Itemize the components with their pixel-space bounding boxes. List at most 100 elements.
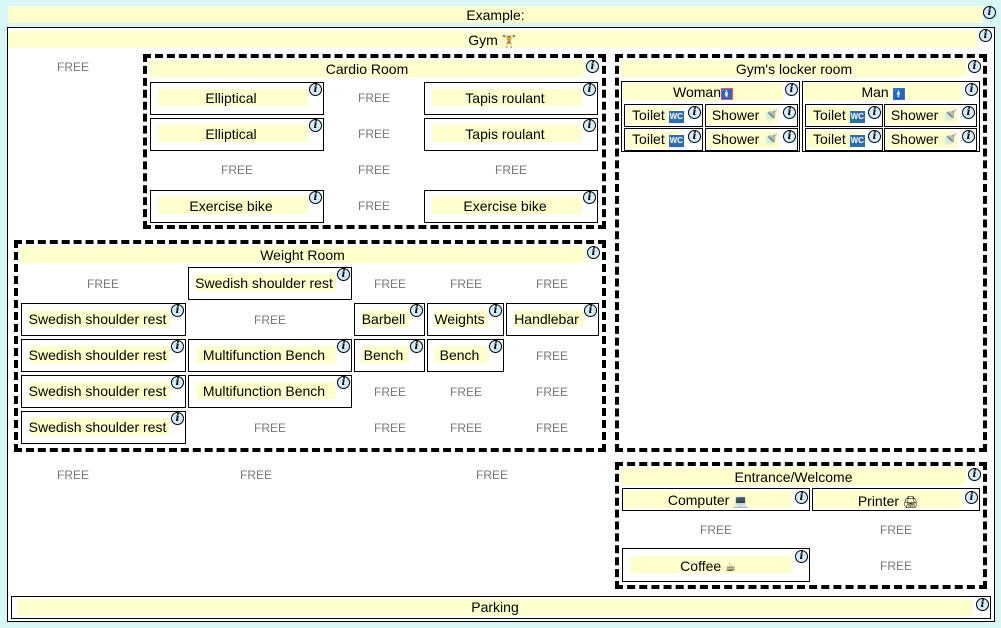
parking-title: Parking: [471, 599, 519, 615]
free-slot-label: FREE: [357, 199, 391, 213]
free-slot-label: FREE: [449, 421, 483, 435]
free-slot-label: FREE: [357, 163, 391, 177]
toilet-label: Toilet WC: [813, 107, 865, 123]
equipment-label: Barbell: [361, 311, 406, 327]
free-slot-label: FREE: [535, 277, 569, 291]
weight-room-title: Weight Room: [260, 247, 345, 263]
info-icon[interactable]: i: [976, 598, 989, 611]
info-icon[interactable]: i: [795, 550, 808, 563]
info-icon[interactable]: i: [785, 83, 798, 96]
wc-icon: WC: [668, 135, 684, 147]
equipment-label: Handlebar: [514, 311, 579, 327]
info-icon[interactable]: i: [410, 340, 423, 353]
info-icon[interactable]: i: [583, 119, 596, 132]
info-icon[interactable]: i: [337, 376, 350, 389]
info-icon[interactable]: i: [337, 268, 350, 281]
equipment-label: Swedish shoulder rest: [28, 419, 167, 435]
equipment-label: Tapis roulant: [465, 90, 545, 106]
shower-label: Shower 🚿: [890, 107, 958, 123]
info-icon[interactable]: i: [688, 106, 701, 119]
equipment-label: Elliptical: [205, 126, 257, 142]
free-slot-label: FREE: [449, 277, 483, 291]
toilet-label: Toilet WC: [813, 131, 865, 147]
equipment-label: Elliptical: [205, 90, 257, 106]
info-icon[interactable]: i: [489, 340, 502, 353]
info-icon[interactable]: i: [583, 191, 596, 204]
info-icon[interactable]: i: [688, 130, 701, 143]
info-icon[interactable]: i: [171, 412, 184, 425]
shower-icon: 🚿: [763, 133, 779, 147]
free-slot-label: FREE: [86, 277, 120, 291]
free-slot-label: FREE: [494, 163, 528, 177]
info-icon[interactable]: i: [171, 376, 184, 389]
printer-label: Printer 🖨: [857, 493, 919, 509]
wc-icon: WC: [849, 135, 865, 147]
cardio-room-title: Cardio Room: [325, 61, 409, 77]
info-icon[interactable]: i: [783, 130, 796, 143]
weightlifter-icon: 🏋: [501, 34, 517, 48]
info-icon[interactable]: i: [868, 130, 881, 143]
equipment-label: Exercise bike: [463, 198, 547, 214]
equipment-label: Swedish shoulder rest: [28, 383, 167, 399]
info-icon[interactable]: i: [309, 191, 322, 204]
info-icon[interactable]: i: [337, 340, 350, 353]
woman-sign-icon: 🚺: [720, 88, 733, 100]
free-slot-label: FREE: [879, 523, 913, 537]
info-icon[interactable]: i: [965, 83, 978, 96]
free-slot-label: FREE: [220, 163, 254, 177]
shower-label: Shower 🚿: [711, 131, 779, 147]
free-slot-label: FREE: [535, 349, 569, 363]
free-slot-label: FREE: [373, 421, 407, 435]
example-title: Example:: [466, 7, 525, 23]
info-icon[interactable]: i: [583, 83, 596, 96]
info-icon[interactable]: i: [584, 304, 597, 317]
free-slot-label: FREE: [535, 385, 569, 399]
equipment-label: Swedish shoulder rest: [195, 275, 333, 291]
info-icon[interactable]: i: [968, 60, 981, 73]
equipment-label: Swedish shoulder rest: [28, 311, 167, 327]
free-slot-label: FREE: [357, 127, 391, 141]
info-icon[interactable]: i: [309, 83, 322, 96]
info-icon[interactable]: i: [968, 468, 981, 481]
info-icon[interactable]: i: [962, 106, 975, 119]
info-icon[interactable]: i: [309, 119, 322, 132]
free-slot-label: FREE: [449, 385, 483, 399]
locker-room-title: Gym's locker room: [735, 61, 853, 77]
info-icon[interactable]: i: [979, 29, 992, 42]
info-icon[interactable]: i: [965, 491, 978, 504]
equipment-label: Bench: [363, 347, 404, 363]
equipment-label: Multifunction Bench: [202, 383, 326, 399]
coffee-label: Coffee ☕: [680, 558, 736, 574]
equipment-label: Swedish shoulder rest: [28, 347, 167, 363]
info-icon[interactable]: i: [410, 304, 423, 317]
info-icon[interactable]: i: [489, 304, 502, 317]
wc-icon: WC: [849, 111, 865, 123]
gym-title: Gym 🏋: [468, 32, 517, 48]
wc-icon: WC: [668, 111, 684, 123]
shower-label: Shower 🚿: [890, 131, 958, 147]
free-slot-label: FREE: [373, 277, 407, 291]
free-slot-label: FREE: [373, 385, 407, 399]
info-icon[interactable]: i: [171, 304, 184, 317]
free-slot-label: FREE: [879, 559, 913, 573]
info-icon[interactable]: i: [795, 491, 808, 504]
toilet-label: Toilet WC: [632, 131, 684, 147]
toilet-label: Toilet WC: [632, 107, 684, 123]
printer-icon: 🖨: [902, 495, 919, 509]
woman-title: Woman🚺: [673, 84, 733, 100]
info-icon[interactable]: i: [783, 106, 796, 119]
info-icon[interactable]: i: [868, 106, 881, 119]
floor-plan: Example: i Gym 🏋 i Cardio Room i Gym's l…: [0, 0, 1001, 628]
info-icon[interactable]: i: [962, 130, 975, 143]
equipment-label: Weights: [434, 311, 485, 327]
man-sign-icon: 🚹: [892, 88, 905, 100]
info-icon[interactable]: i: [983, 6, 996, 19]
free-slot-label: FREE: [357, 91, 391, 105]
info-icon[interactable]: i: [586, 60, 599, 73]
free-slot-label: FREE: [56, 468, 90, 482]
equipment-label: Bench: [439, 347, 480, 363]
info-icon[interactable]: i: [587, 246, 600, 259]
shower-icon: 🚿: [763, 109, 779, 123]
info-icon[interactable]: i: [171, 340, 184, 353]
equipment-label: Tapis roulant: [465, 126, 545, 142]
